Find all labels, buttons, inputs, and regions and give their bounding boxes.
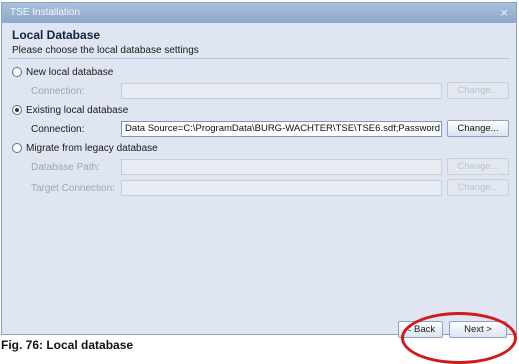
radio-button-selected[interactable]	[12, 105, 22, 115]
database-path-browse-button[interactable]: Change...	[447, 158, 509, 175]
database-path-label: Database Path:	[31, 162, 100, 173]
radio-button[interactable]	[12, 67, 22, 77]
new-connection-label: Connection:	[31, 86, 85, 97]
page-title: Local Database	[12, 28, 101, 42]
divider	[8, 58, 510, 59]
target-connection-field[interactable]	[121, 180, 442, 196]
radio-label: Migrate from legacy database	[26, 142, 158, 154]
new-connection-field[interactable]	[121, 83, 442, 99]
target-connection-change-button[interactable]: Change...	[447, 179, 509, 196]
radio-migrate-legacy-database[interactable]: Migrate from legacy database	[12, 141, 158, 155]
page-subtitle: Please choose the local database setting…	[12, 45, 199, 56]
title-bar: TSE Installation ×	[2, 3, 516, 23]
close-icon[interactable]: ×	[500, 3, 508, 23]
radio-label: Existing local database	[26, 104, 129, 116]
database-path-field[interactable]	[121, 159, 442, 175]
existing-connection-label: Connection:	[31, 124, 85, 135]
figure-caption: Fig. 76: Local database	[1, 338, 134, 352]
next-button[interactable]: Next >	[449, 321, 507, 338]
new-connection-change-button[interactable]: Change...	[447, 82, 509, 99]
installer-window: TSE Installation × Local Database Please…	[1, 2, 517, 338]
existing-connection-field[interactable]: Data Source=C:\ProgramData\BURG-WACHTER\…	[121, 121, 442, 137]
radio-label: New local database	[26, 66, 114, 78]
radio-existing-local-database[interactable]: Existing local database	[12, 103, 128, 117]
window-title: TSE Installation	[10, 7, 81, 18]
back-button[interactable]: < Back	[398, 321, 443, 338]
radio-button[interactable]	[12, 143, 22, 153]
target-connection-label: Target Connection:	[31, 183, 115, 194]
radio-new-local-database[interactable]: New local database	[12, 65, 113, 79]
existing-connection-change-button[interactable]: Change...	[447, 120, 509, 137]
